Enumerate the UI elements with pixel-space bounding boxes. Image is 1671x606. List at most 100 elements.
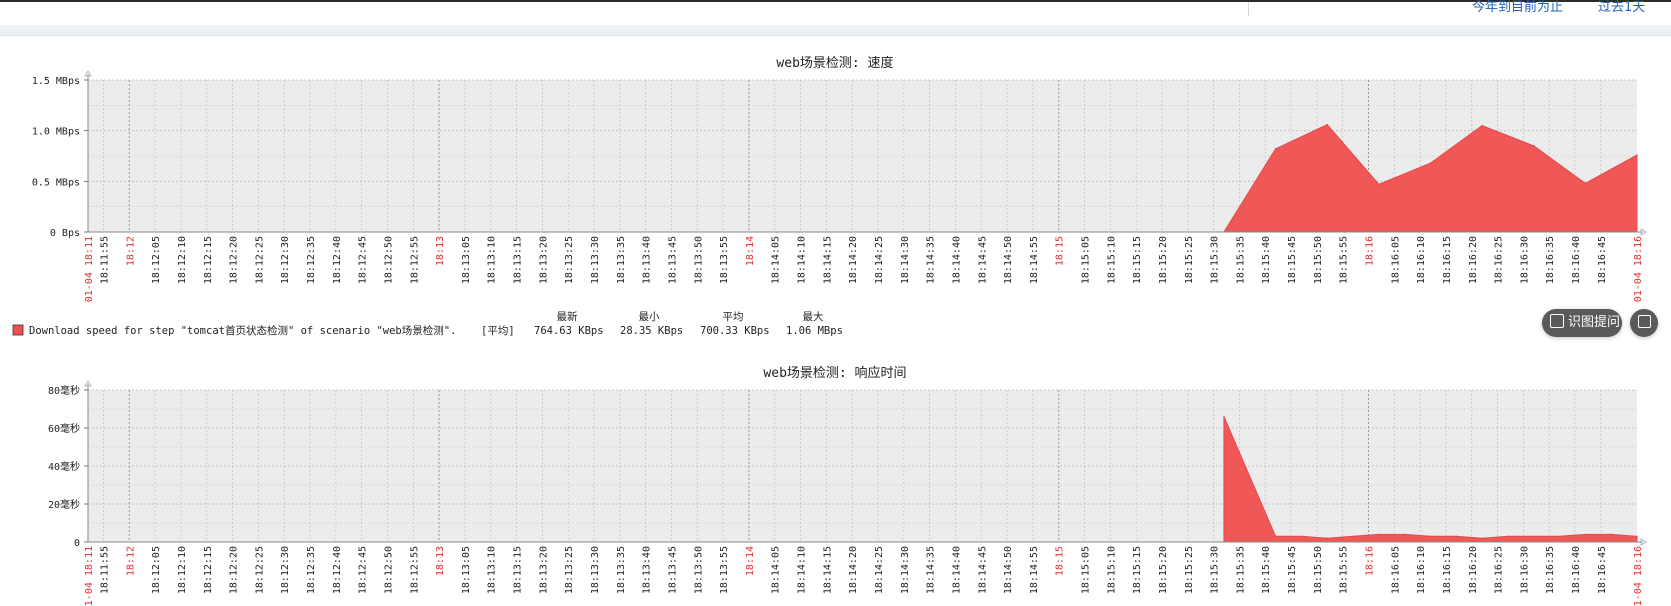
- speed-x-tick-label: 18:15:25: [1184, 236, 1195, 284]
- speed-x-tick-label: 18:16:25: [1494, 236, 1505, 284]
- speed-x-tick-label: 18:13:15: [513, 236, 524, 284]
- response-data-point: [1558, 535, 1561, 537]
- response-x-tick-label: 18:12:20: [229, 546, 240, 594]
- speed-x-tick-label: 18:13:35: [616, 236, 627, 284]
- response-x-tick-label: 18:12:25: [254, 546, 265, 594]
- response-x-tick-label: 18:13:25: [564, 546, 575, 594]
- response-x-tick-label: 18:13:55: [719, 546, 730, 594]
- response-x-tick-label: 18:11:55: [99, 546, 110, 594]
- speed-chart-plot: 0 Bps 0.5 MBps 1.0 MBps 1.5 MBps 18:11:55 18:…: [32, 70, 1647, 302]
- response-data-point: [1378, 533, 1380, 536]
- image-icon: [1637, 315, 1651, 328]
- response-x-tick-label: 18:12:45: [358, 546, 369, 594]
- response-y-tick-label: 0: [74, 538, 80, 549]
- speed-x-tick-label: 18:16: [1365, 236, 1376, 266]
- charts-canvas: web场景检测: 速度 0 Bps 0.5 MBps 1.0 MBps 1.5 MBp…: [12, 55, 1647, 606]
- response-x-tick-label: 18:13:20: [538, 546, 549, 594]
- speed-data-point: [1584, 182, 1586, 184]
- response-x-tick-label: 18:16: [1365, 546, 1376, 576]
- speed-data-point: [1378, 183, 1380, 185]
- speed-x-tick-label: 18:16:35: [1545, 236, 1556, 284]
- response-x-tick-label: 18:13:35: [616, 546, 627, 594]
- speed-x-tick-label: 18:14:45: [977, 236, 988, 284]
- response-x-tick-label: 18:13: [435, 546, 446, 576]
- speed-x-tick-label: 18:13:30: [590, 236, 601, 284]
- response-x-tick-label: 18:14:45: [977, 546, 988, 594]
- response-x-tick-label: 18:15:15: [1132, 546, 1143, 594]
- speed-x-tick-label: 18:14:55: [1029, 236, 1040, 284]
- response-x-tick-label: 18:14:05: [771, 546, 782, 594]
- speed-x-tick-label: 18:13: [435, 236, 446, 266]
- response-x-tick-label: 18:16:25: [1494, 546, 1505, 594]
- chart-title-speed: web场景检测: 速度: [776, 55, 893, 71]
- legend-header-last: 最新: [557, 310, 578, 323]
- response-y-tick-label: 60毫秒: [48, 422, 80, 435]
- speed-y-tick-label: 1.5 MBps: [32, 76, 80, 87]
- response-data-point: [1610, 533, 1612, 536]
- speed-x-tick-label: 18:12:55: [409, 236, 420, 284]
- response-x-tick-label: 18:14:20: [848, 546, 859, 594]
- speed-x-tick-label: 18:14:15: [822, 236, 833, 284]
- response-x-start-label: 01-04 18:11: [84, 546, 95, 606]
- speed-x-tick-label: 18:13:10: [487, 236, 498, 284]
- response-data-point: [1223, 416, 1225, 418]
- response-data-point: [1326, 537, 1328, 539]
- response-x-tick-label: 18:16:40: [1571, 546, 1582, 594]
- speed-x-tick-label: 18:13:55: [719, 236, 730, 284]
- response-data-point: [1636, 535, 1638, 537]
- speed-x-tick-label: 18:15:35: [1235, 236, 1246, 284]
- response-x-tick-label: 18:14: [745, 546, 756, 576]
- response-x-tick-label: 18:16:15: [1442, 546, 1453, 594]
- speed-x-tick-label: 18:12:05: [151, 236, 162, 284]
- response-data-point: [1404, 533, 1406, 536]
- response-x-end-label: 01-04 18:16: [1633, 546, 1644, 606]
- response-x-tick-label: 18:14:30: [900, 546, 911, 594]
- response-x-tick-label: 18:12:50: [383, 546, 394, 594]
- speed-legend: Download speed for step "tomcat首页状态检测" o…: [12, 310, 843, 337]
- speed-x-tick-label: 18:12:35: [306, 236, 317, 284]
- speed-x-tick-label: 18:16:30: [1519, 236, 1530, 284]
- speed-y-tick-label: 1.0 MBps: [32, 127, 80, 138]
- speed-x-tick-label: 18:11:55: [99, 236, 110, 284]
- response-y-tick-label: 20毫秒: [48, 498, 80, 511]
- speed-legend-swatch: [12, 324, 24, 336]
- response-x-tick-label: 18:15:50: [1313, 546, 1324, 594]
- legend-value-last: 764.63 KBps: [534, 325, 604, 337]
- response-data-point: [1455, 535, 1457, 537]
- speed-x-tick-label: 18:15:50: [1313, 236, 1324, 284]
- speed-x-tick-label: 18:16:10: [1416, 236, 1427, 284]
- response-x-tick-label: 18:12:40: [332, 546, 343, 594]
- response-chart-plot: 0 20毫秒 40毫秒 60毫秒 80毫秒 18:11:55 18:12 18:12:05 18…: [48, 380, 1647, 606]
- legend-value-avg: 700.33 KBps: [700, 325, 770, 337]
- speed-x-tick-label: 18:15:30: [1210, 236, 1221, 284]
- image-tool-button[interactable]: [1630, 309, 1658, 337]
- speed-y-tick-label: 0.5 MBps: [32, 177, 80, 188]
- speed-x-tick-label: 18:12:40: [332, 236, 343, 284]
- response-x-tick-label: 18:15:55: [1339, 546, 1350, 594]
- response-y-tick-label: 80毫秒: [48, 384, 80, 397]
- speed-data-point: [1326, 123, 1328, 126]
- response-x-tick-label: 18:15:10: [1106, 546, 1117, 594]
- response-x-tick-label: 18:12:55: [409, 546, 420, 594]
- speed-x-tick-label: 18:14:20: [848, 236, 859, 284]
- speed-x-tick-label: 18:15:20: [1158, 236, 1169, 284]
- speed-x-tick-label: 18:15:55: [1339, 236, 1350, 284]
- response-x-tick-label: 18:15:35: [1235, 546, 1246, 594]
- response-x-tick-label: 18:15:45: [1287, 546, 1298, 594]
- response-x-tick-label: 18:16:30: [1519, 546, 1530, 594]
- response-x-tick-label: 18:13:40: [642, 546, 653, 594]
- speed-x-tick-label: 18:16:15: [1442, 236, 1453, 284]
- ocr-ask-label: 识图提问: [1568, 315, 1621, 330]
- response-x-tick-label: 18:15:25: [1184, 546, 1195, 594]
- ocr-ask-button[interactable]: 识图提问: [1542, 309, 1622, 337]
- response-x-tick-label: 18:13:10: [487, 546, 498, 594]
- speed-x-tick-label: 18:13:50: [693, 236, 704, 284]
- legend-value-max: 1.06 MBps: [786, 325, 843, 337]
- legend-header-max: 最大: [803, 310, 824, 323]
- speed-legend-label: Download speed for step "tomcat首页状态检测" o…: [29, 324, 456, 337]
- response-x-tick-label: 18:14:35: [926, 546, 937, 594]
- response-data-point: [1352, 535, 1354, 537]
- speed-x-tick-label: 18:15:40: [1261, 236, 1272, 284]
- legend-header-avg: 平均: [723, 311, 744, 323]
- response-x-tick-label: 18:12:35: [306, 546, 317, 594]
